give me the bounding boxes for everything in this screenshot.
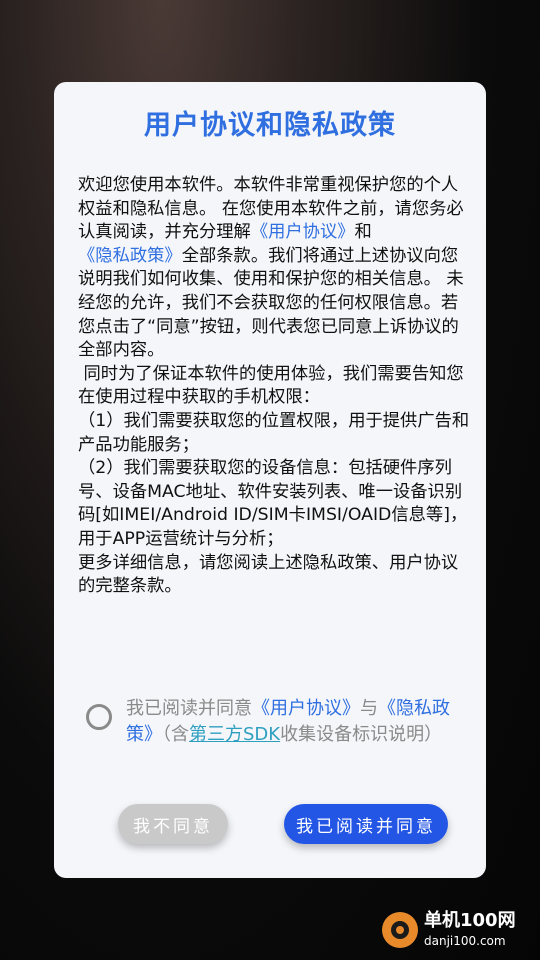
privacy-policy-link[interactable]: 《隐私政策》 [78,246,182,266]
intro-and-text: 和 [354,222,372,243]
consent-text: 我已阅读并同意《用户协议》与《隐私政策》（含第三方SDK收集设备标识说明） [126,696,464,748]
agree-button[interactable]: 我已阅读并同意 [284,804,448,844]
user-agreement-link[interactable]: 《用户协议》 [251,222,355,242]
body-paragraph-intro: 欢迎您使用本软件。本软件非常重视保护您的个人权益和隐私信息。 在您使用本软件之前… [78,174,470,363]
disagree-button[interactable]: 我不同意 [118,804,228,844]
watermark: 单机100网 danji100.com [382,906,532,954]
privacy-dialog: 用户协议和隐私政策 欢迎您使用本软件。本软件非常重视保护您的个人权益和隐私信息。… [54,82,486,878]
consent-row: 我已阅读并同意《用户协议》与《隐私政策》（含第三方SDK收集设备标识说明） [84,694,464,774]
dialog-body: 欢迎您使用本软件。本软件非常重视保护您的个人权益和隐私信息。 在您使用本软件之前… [78,174,470,599]
watermark-name: 单机100网 [424,910,516,931]
consent-and: 与 [360,698,378,719]
body-paragraph-more: 更多详细信息，请您阅读上述隐私政策、用户协议的完整条款。 [78,552,459,597]
consent-suffix: 收集设备标识说明） [280,724,443,745]
watermark-logo-icon [382,912,418,948]
dialog-title: 用户协议和隐私政策 [144,110,396,141]
consent-paren-open: （含 [162,724,189,745]
body-paragraph-permissions: 同时为了保证本软件的使用体验，我们需要告知您在使用过程中获取的手机权限： [78,363,464,408]
permission-item-device: （2）我们需要获取您的设备信息：包括硬件序列号、设备MAC地址、软件安装列表、唯… [78,458,468,549]
permission-item-location: （1）我们需要获取您的位置权限，用于提供广告和产品功能服务； [78,410,470,455]
consent-radio[interactable] [86,704,112,730]
third-party-sdk-link[interactable]: 第三方SDK [189,724,280,745]
watermark-url: danji100.com [424,934,506,948]
consent-user-agreement-link[interactable]: 《用户协议》 [252,698,360,719]
consent-prefix: 我已阅读并同意 [126,698,252,719]
